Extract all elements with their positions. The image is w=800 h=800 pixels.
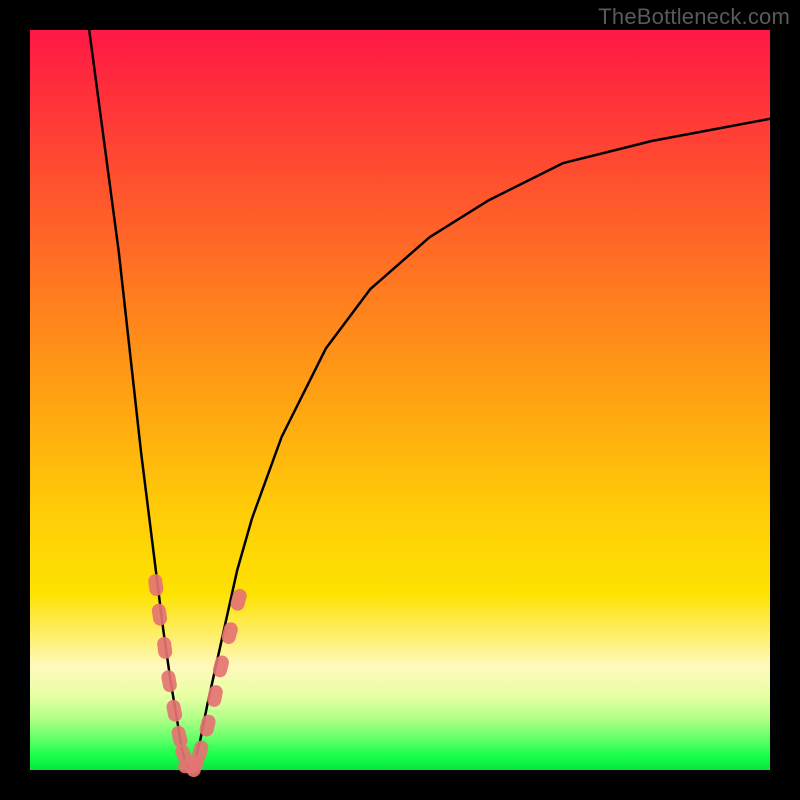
data-point	[151, 603, 168, 627]
bottleneck-curve	[89, 30, 770, 770]
curve-layer	[89, 30, 770, 770]
watermark-text: TheBottleneck.com	[598, 4, 790, 30]
data-point	[206, 684, 224, 708]
plot-area	[30, 30, 770, 770]
marker-layer	[147, 573, 248, 779]
data-point	[220, 621, 239, 646]
data-point	[165, 699, 183, 723]
data-point	[156, 636, 173, 660]
data-point	[160, 669, 178, 693]
chart-frame: TheBottleneck.com	[0, 0, 800, 800]
data-point	[147, 573, 164, 597]
chart-svg	[30, 30, 770, 770]
